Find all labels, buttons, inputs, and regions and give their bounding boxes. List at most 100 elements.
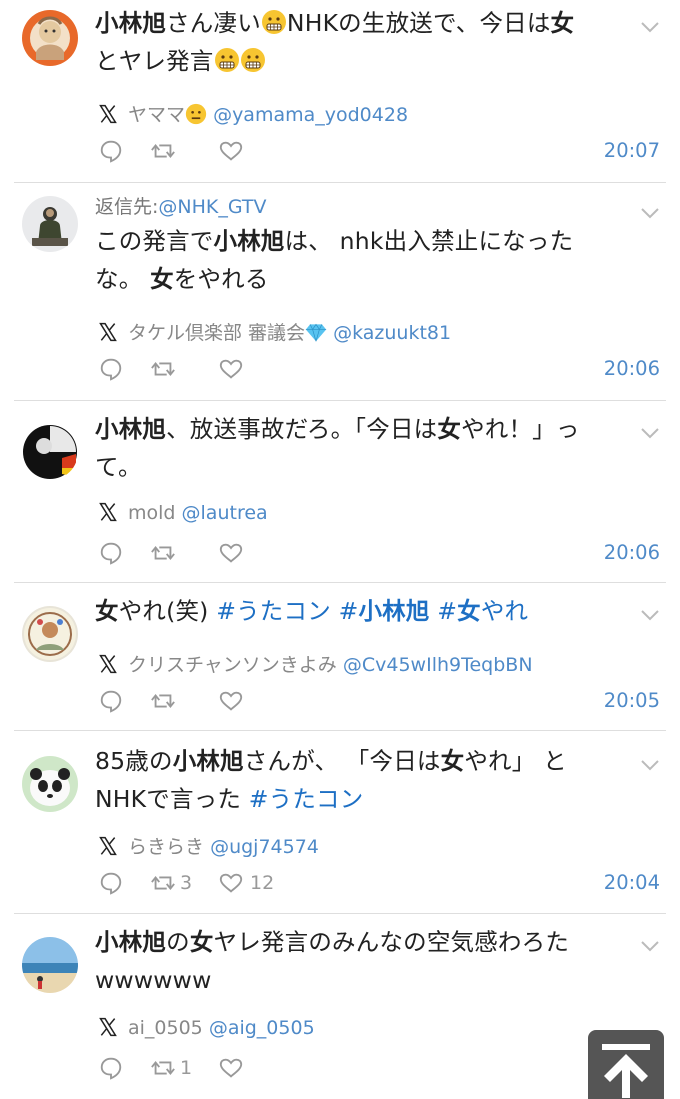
reply-icon <box>98 1055 124 1081</box>
tweet-time[interactable]: 20:05 <box>604 689 660 712</box>
tweet-actions: 3 12 <box>98 870 658 898</box>
avatar[interactable] <box>22 756 78 812</box>
tweet-author-line[interactable]: クリスチャンソンきよみ @Cv45wIlh9TeqbBN <box>98 650 533 676</box>
tweet-actions: 1 <box>98 1055 658 1083</box>
chevron-down-icon[interactable] <box>640 758 660 772</box>
like-icon <box>218 540 244 566</box>
author-name[interactable]: クリスチャンソンきよみ <box>128 654 337 676</box>
reply-button[interactable] <box>98 1055 124 1083</box>
tweet-card[interactable]: 85歳の小林旭さんが、 「今日は女やれ」 と NHKで言った #うたコンらきらき … <box>14 730 666 914</box>
reply-button[interactable] <box>98 138 124 166</box>
tweet-text: 小林旭の女ヤレ発言のみんなの空気感わろた wwwwww <box>95 928 570 994</box>
reply-icon <box>98 138 124 164</box>
tweet-actions <box>98 138 658 166</box>
like-icon <box>218 1055 244 1081</box>
tweet-card[interactable]: 女やれ(笑) #うたコン #小林旭 #女やれ クリスチャンソンきよみ @Cv45w… <box>14 582 666 731</box>
tweet-time[interactable]: 20:06 <box>604 541 660 564</box>
like-button[interactable] <box>218 356 244 384</box>
like-icon <box>218 356 244 382</box>
chevron-down-icon[interactable] <box>640 20 660 34</box>
author-handle[interactable]: @yamama_yod0428 <box>213 104 408 126</box>
retweet-button[interactable] <box>150 138 176 166</box>
author-handle[interactable]: @Cv45wIlh9TeqbBN <box>343 654 533 676</box>
tweet-text: この発言で小林旭は、 nhk出入禁止になった な。 女をやれる <box>95 227 574 293</box>
like-count: 12 <box>250 872 275 894</box>
grimacing-emoji-icon <box>261 8 287 34</box>
retweet-count: 3 <box>180 872 193 894</box>
x-logo-icon <box>98 104 118 124</box>
retweet-button[interactable]: 1 <box>150 1055 192 1083</box>
tweet-time[interactable]: 20:06 <box>604 357 660 380</box>
retweet-icon <box>150 356 176 382</box>
tweet-author-line[interactable]: ai_0505 @aig_0505 <box>98 1017 315 1043</box>
reply-button[interactable] <box>98 356 124 384</box>
retweet-button[interactable] <box>150 540 176 568</box>
chevron-down-icon[interactable] <box>640 426 660 440</box>
like-button[interactable] <box>218 1055 244 1083</box>
author-name[interactable]: ai_0505 <box>128 1017 203 1039</box>
like-button[interactable] <box>218 688 244 716</box>
reply-button[interactable] <box>98 540 124 568</box>
reply-icon <box>98 356 124 382</box>
grimacing-emoji-icon <box>214 46 240 72</box>
tweet-card[interactable]: 小林旭さん凄い NHKの生放送で、今日は女 とヤレ発言ヤママ @yamama_yod… <box>14 0 666 183</box>
retweet-icon <box>150 138 176 164</box>
reply-to-line: 返信先:@NHK_GTV <box>95 192 267 219</box>
avatar[interactable] <box>22 10 78 66</box>
author-handle[interactable]: @aig_0505 <box>209 1017 315 1039</box>
author-name[interactable]: タケル倶楽部 審議会 <box>128 322 305 344</box>
tweet-text: 女やれ(笑) #うたコン #小林旭 #女やれ <box>95 597 529 625</box>
avatar[interactable] <box>22 937 78 993</box>
tweet-text: 小林旭さん凄い NHKの生放送で、今日は女 とヤレ発言 <box>95 8 575 75</box>
retweet-count: 1 <box>180 1057 193 1079</box>
author-handle[interactable]: @lautrea <box>182 502 268 524</box>
chevron-down-icon[interactable] <box>640 206 660 220</box>
retweet-icon <box>150 540 176 566</box>
arrow-up-icon <box>602 1044 650 1098</box>
retweet-button[interactable] <box>150 688 176 716</box>
tweet-actions <box>98 540 658 568</box>
scroll-to-top-button[interactable] <box>588 1030 664 1099</box>
tweet-text: 小林旭、放送事故だろ。「今日は女やれ！」っ て。 <box>95 415 580 481</box>
tweet-author-line[interactable]: ヤママ @yamama_yod0428 <box>98 100 408 126</box>
like-button[interactable] <box>218 138 244 166</box>
grimacing-emoji-icon <box>240 46 266 72</box>
reply-button[interactable] <box>98 870 124 898</box>
tweet-card[interactable]: 小林旭の女ヤレ発言のみんなの空気感わろた wwwwww ai_0505 @aig_0… <box>14 913 666 1099</box>
avatar[interactable] <box>22 196 78 252</box>
reply-icon <box>98 540 124 566</box>
like-icon <box>218 138 244 164</box>
chevron-down-icon[interactable] <box>640 939 660 953</box>
like-button[interactable] <box>218 540 244 568</box>
tweet-text: 85歳の小林旭さんが、 「今日は女やれ」 と NHKで言った #うたコン <box>95 747 567 813</box>
tweet-actions <box>98 688 658 716</box>
like-button[interactable]: 12 <box>218 870 274 898</box>
tweet-time[interactable]: 20:04 <box>604 871 660 894</box>
retweet-icon <box>150 1055 176 1081</box>
author-name[interactable]: ヤママ <box>128 104 185 126</box>
tweet-author-line[interactable]: mold @lautrea <box>98 502 268 528</box>
avatar[interactable] <box>22 606 78 662</box>
like-icon <box>218 688 244 714</box>
retweet-button[interactable] <box>150 356 176 384</box>
author-name[interactable]: らきらき <box>128 836 204 858</box>
x-logo-icon <box>98 1017 118 1037</box>
tweet-card[interactable]: 小林旭、放送事故だろ。「今日は女やれ！」っ て。 mold @lautrea 20:0… <box>14 400 666 583</box>
author-handle[interactable]: @ugj74574 <box>210 836 319 858</box>
x-logo-icon <box>98 502 118 522</box>
avatar[interactable] <box>22 424 78 480</box>
tweet-actions <box>98 356 658 384</box>
tweet-author-line[interactable]: タケル倶楽部 審議会 @kazuukt81 <box>98 318 451 344</box>
reply-button[interactable] <box>98 688 124 716</box>
retweet-button[interactable]: 3 <box>150 870 192 898</box>
author-name[interactable]: mold <box>128 502 175 524</box>
tweet-time[interactable]: 20:07 <box>604 139 660 162</box>
reply-to-handle[interactable]: @NHK_GTV <box>158 196 266 218</box>
tweet-card[interactable]: 返信先:@NHK_GTV この発言で小林旭は、 nhk出入禁止になった な。 女をや… <box>14 182 666 401</box>
chevron-down-icon[interactable] <box>640 608 660 622</box>
author-handle[interactable]: @kazuukt81 <box>333 322 451 344</box>
x-logo-icon <box>98 836 118 856</box>
reply-to-prefix: 返信先: <box>95 196 159 218</box>
tweet-author-line[interactable]: らきらき @ugj74574 <box>98 832 319 858</box>
x-logo-icon <box>98 322 118 342</box>
